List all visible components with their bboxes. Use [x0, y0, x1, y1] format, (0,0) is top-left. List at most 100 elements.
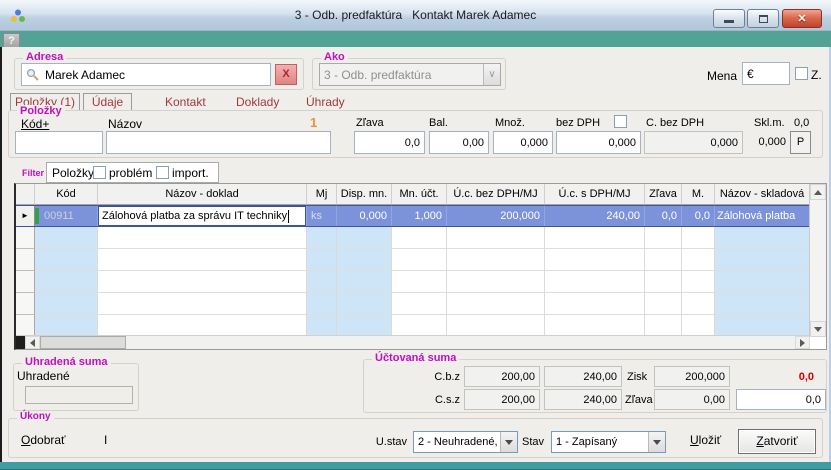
empty-cell[interactable] — [98, 315, 307, 337]
empty-cell[interactable] — [545, 315, 645, 337]
zlava-input-field[interactable]: 0,0 — [736, 389, 826, 410]
empty-cell[interactable] — [682, 227, 715, 249]
stav-dropdown-button[interactable] — [648, 432, 665, 452]
cell-disp[interactable]: 0,000 — [337, 206, 392, 226]
scroll-right-button[interactable] — [795, 336, 810, 349]
cell-nazov[interactable]: Zálohová platba za správu IT techniky — [98, 206, 307, 226]
cell-kod[interactable]: 00911 — [35, 206, 98, 226]
empty-cell[interactable] — [545, 293, 645, 315]
row-selector[interactable] — [16, 227, 35, 249]
empty-cell[interactable] — [715, 315, 810, 337]
empty-cell[interactable] — [545, 249, 645, 271]
scroll-up-button[interactable] — [810, 184, 826, 200]
empty-cell[interactable] — [447, 249, 545, 271]
empty-cell[interactable] — [98, 227, 307, 249]
empty-cell[interactable] — [447, 293, 545, 315]
cell-mn-uct[interactable]: 1,000 — [392, 206, 447, 226]
nazov-cell-editor[interactable]: Zálohová platba za správu IT techniky — [98, 206, 306, 226]
empty-cell[interactable] — [337, 293, 392, 315]
scroll-left-button[interactable] — [25, 336, 40, 349]
empty-cell[interactable] — [447, 271, 545, 293]
header-mj[interactable]: Mj — [307, 184, 337, 205]
import-checkbox[interactable] — [156, 166, 169, 179]
cell-m[interactable]: 0,0 — [682, 206, 715, 226]
ustav-dropdown-button[interactable] — [500, 432, 517, 452]
horizontal-scroll-thumb[interactable] — [40, 336, 126, 349]
empty-cell[interactable] — [307, 271, 337, 293]
empty-cell[interactable] — [392, 249, 447, 271]
empty-cell[interactable] — [645, 293, 682, 315]
header-disp-mn[interactable]: Disp. mn. — [337, 184, 392, 205]
empty-cell[interactable] — [715, 227, 810, 249]
kod-label[interactable]: Kód+ — [21, 117, 49, 131]
cell-uc-s[interactable]: 240,00 — [545, 206, 645, 226]
scroll-track[interactable] — [126, 336, 795, 349]
header-uc-bez-dph[interactable]: Ú.c. bez DPH/MJ — [447, 184, 545, 205]
empty-cell[interactable] — [35, 271, 98, 293]
cell-nazov-skladova[interactable]: Zálohová platba — [715, 206, 810, 226]
empty-cell[interactable] — [715, 293, 810, 315]
empty-cell[interactable] — [35, 249, 98, 271]
ustav-combobox[interactable]: 2 - Neuhradené, be: — [413, 431, 518, 453]
empty-cell[interactable] — [337, 315, 392, 337]
empty-cell[interactable] — [645, 315, 682, 337]
tab-doklady[interactable]: Doklady — [236, 95, 279, 109]
header-nazov-doklad[interactable]: Názov - doklad — [98, 184, 307, 205]
clear-address-button[interactable]: X — [275, 64, 297, 85]
horizontal-scrollbar[interactable] — [16, 335, 810, 349]
p-button[interactable]: P — [790, 131, 811, 154]
empty-cell[interactable] — [715, 271, 810, 293]
empty-cell[interactable] — [645, 227, 682, 249]
zatvorit-button[interactable]: Zatvoriť — [738, 429, 816, 454]
row-selector[interactable] — [16, 249, 35, 271]
cell-mj[interactable]: ks — [307, 206, 337, 226]
empty-cell[interactable] — [715, 249, 810, 271]
empty-cell[interactable] — [307, 249, 337, 271]
empty-cell[interactable] — [392, 293, 447, 315]
empty-cell[interactable] — [337, 271, 392, 293]
minimize-button[interactable] — [713, 9, 745, 28]
cell-zlava[interactable]: 0,0 — [645, 206, 682, 226]
bal-input[interactable]: 0,00 — [429, 131, 489, 154]
empty-cell[interactable] — [447, 315, 545, 337]
header-mn-uct[interactable]: Mn. účt. — [392, 184, 447, 205]
vertical-scrollbar[interactable] — [809, 184, 826, 337]
empty-cell[interactable] — [307, 315, 337, 337]
bezdph-input[interactable]: 0,000 — [556, 131, 641, 154]
empty-cell[interactable] — [392, 271, 447, 293]
empty-cell[interactable] — [447, 227, 545, 249]
empty-cell[interactable] — [545, 227, 645, 249]
uhradene-input[interactable] — [25, 386, 133, 404]
empty-cell[interactable] — [545, 271, 645, 293]
z-checkbox[interactable] — [795, 67, 808, 80]
empty-cell[interactable] — [645, 271, 682, 293]
adresa-input[interactable]: Marek Adamec — [21, 63, 271, 86]
empty-cell[interactable] — [35, 293, 98, 315]
empty-cell[interactable] — [307, 227, 337, 249]
empty-cell[interactable] — [392, 227, 447, 249]
cell-uc-bez[interactable]: 200,000 — [447, 206, 545, 226]
empty-cell[interactable] — [682, 315, 715, 337]
header-uc-s-dph[interactable]: Ú.c. s DPH/MJ — [545, 184, 645, 205]
empty-cell[interactable] — [98, 271, 307, 293]
empty-cell[interactable] — [682, 271, 715, 293]
header-zlava[interactable]: Zľava — [645, 184, 682, 205]
nazov-input[interactable] — [106, 131, 331, 154]
kod-input[interactable] — [15, 131, 103, 154]
empty-cell[interactable] — [98, 249, 307, 271]
empty-cell[interactable] — [35, 315, 98, 337]
empty-cell[interactable] — [307, 293, 337, 315]
stav-combobox[interactable]: 1 - Zapísaný — [551, 431, 666, 453]
scroll-down-button[interactable] — [810, 321, 826, 337]
empty-cell[interactable] — [682, 293, 715, 315]
row-selector[interactable] — [16, 315, 35, 337]
empty-cell[interactable] — [337, 249, 392, 271]
odobrat-button[interactable]: Odobrať — [21, 433, 66, 447]
bezdph-checkbox[interactable] — [614, 115, 627, 128]
zlava-input[interactable]: 0,0 — [354, 131, 425, 154]
maximize-button[interactable] — [747, 9, 779, 28]
tab-uhrady[interactable]: Úhrady — [306, 95, 345, 109]
empty-cell[interactable] — [392, 315, 447, 337]
mnoz-input[interactable]: 0,000 — [493, 131, 553, 154]
header-kod[interactable]: Kód — [35, 184, 98, 205]
